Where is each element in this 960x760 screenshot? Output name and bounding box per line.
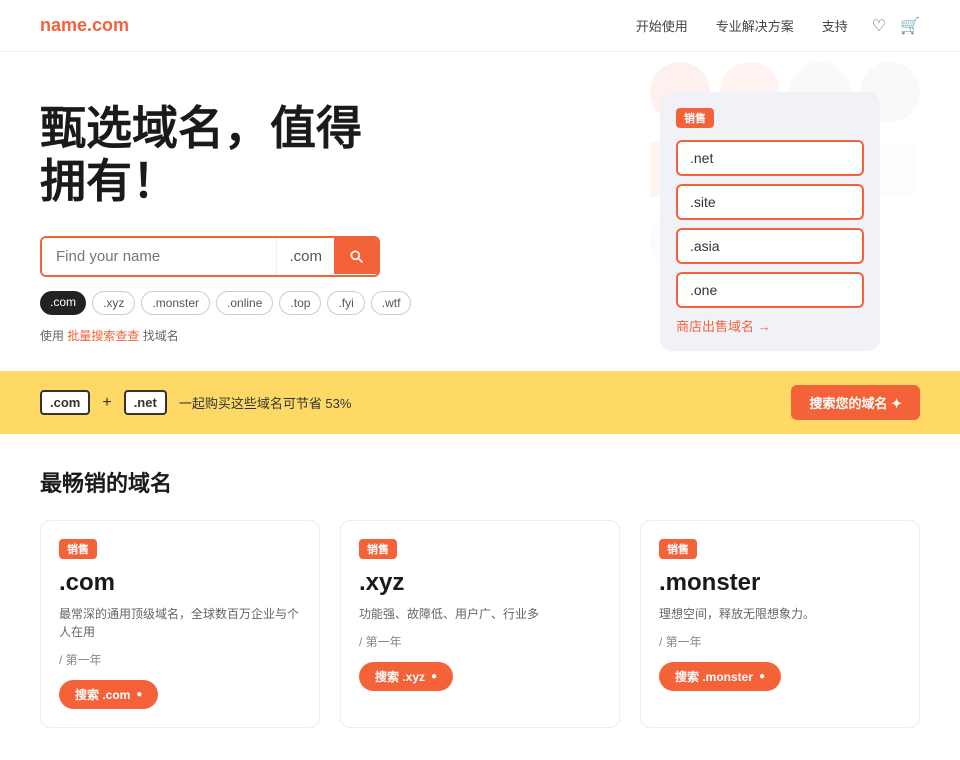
card-com: 销售 .com 最常深的通用顶级域名，全球数百万企业与个人在用 / 第一年 搜索…	[40, 520, 320, 728]
bestsellers-title: 最畅销的域名	[40, 466, 920, 498]
banner-tag-net: .net	[124, 390, 167, 415]
site-logo[interactable]: name.com	[40, 15, 129, 36]
card-monster-button[interactable]: 搜索 .monster ●	[659, 662, 781, 691]
card-monster-badge: 销售	[659, 539, 697, 559]
card-monster-btn-label: 搜索 .monster	[675, 668, 753, 685]
domain-panel: 销售 .net .site .asia .one 商店出售域名 →	[660, 92, 880, 351]
hero-section: 甄选域名，值得 拥有！ .com .com .xyz .monster .onl…	[0, 52, 960, 351]
card-xyz-tld: .xyz	[359, 569, 601, 597]
card-monster: 销售 .monster 理想空间，释放无限想象力。 / 第一年 搜索 .mons…	[640, 520, 920, 728]
search-input[interactable]	[42, 238, 276, 275]
card-xyz-btn-label: 搜索 .xyz	[375, 668, 425, 685]
card-monster-year: / 第一年	[659, 633, 901, 650]
hero-left: 甄选域名，值得 拥有！ .com .com .xyz .monster .onl…	[40, 92, 640, 351]
bestsellers-section: 最畅销的域名 销售 .com 最常深的通用顶级域名，全球数百万企业与个人在用 /…	[0, 434, 960, 760]
search-button[interactable]	[334, 238, 378, 274]
logo-text: name.com	[40, 15, 129, 35]
domain-item-site[interactable]: .site	[676, 184, 864, 220]
domain-item-one[interactable]: .one	[676, 272, 864, 308]
tag-monster[interactable]: .monster	[141, 291, 210, 315]
tag-online[interactable]: .online	[216, 291, 273, 315]
wishlist-icon[interactable]: ♡	[872, 16, 886, 36]
hero-title: 甄选域名，值得 拥有！	[40, 102, 640, 208]
tag-fyi[interactable]: .fyi	[327, 291, 364, 315]
domain-item-asia[interactable]: .asia	[676, 228, 864, 264]
card-monster-tld: .monster	[659, 569, 901, 597]
tag-wtf[interactable]: .wtf	[371, 291, 412, 315]
hero-right: 销售 .net .site .asia .one 商店出售域名 →	[640, 92, 920, 351]
nav-links: 开始使用 专业解决方案 支持	[636, 16, 848, 35]
banner-tag-com: .com	[40, 390, 90, 415]
tag-xyz[interactable]: .xyz	[92, 291, 135, 315]
tag-com[interactable]: .com	[40, 291, 86, 315]
nav-icon-group: ♡ 🛒	[872, 16, 920, 36]
banner-button[interactable]: 搜索您的域名 ✦	[791, 385, 920, 420]
search-tld: .com	[276, 238, 334, 275]
nav-pro[interactable]: 专业解决方案	[716, 16, 794, 35]
card-xyz-year: / 第一年	[359, 633, 601, 650]
cards-container: 销售 .com 最常深的通用顶级域名，全球数百万企业与个人在用 / 第一年 搜索…	[40, 520, 920, 728]
card-xyz-badge: 销售	[359, 539, 397, 559]
nav-start[interactable]: 开始使用	[636, 16, 688, 35]
card-com-desc: 最常深的通用顶级域名，全球数百万企业与个人在用	[59, 605, 301, 641]
navbar: name.com 开始使用 专业解决方案 支持 ♡ 🛒	[0, 0, 960, 52]
card-monster-desc: 理想空间，释放无限想象力。	[659, 605, 901, 623]
bulk-search-text: 使用 批量搜索查查 找域名	[40, 327, 640, 344]
domain-panel-badge: 销售	[676, 108, 714, 128]
card-com-btn-dot: ●	[136, 689, 142, 700]
domain-item-net[interactable]: .net	[676, 140, 864, 176]
card-com-badge: 销售	[59, 539, 97, 559]
search-bar: .com	[40, 236, 380, 277]
card-com-tld: .com	[59, 569, 301, 597]
card-com-button[interactable]: 搜索 .com ●	[59, 680, 158, 709]
card-com-btn-label: 搜索 .com	[75, 686, 130, 703]
cart-icon[interactable]: 🛒	[900, 16, 920, 36]
banner-text: 一起购买这些域名可节省 53%	[179, 393, 780, 412]
card-xyz-btn-dot: ●	[431, 671, 437, 682]
card-xyz-desc: 功能强、故障低、用户广、行业多	[359, 605, 601, 623]
bulk-search-link[interactable]: 批量搜索查查	[67, 329, 139, 343]
card-xyz-button[interactable]: 搜索 .xyz ●	[359, 662, 453, 691]
card-xyz: 销售 .xyz 功能强、故障低、用户广、行业多 / 第一年 搜索 .xyz ●	[340, 520, 620, 728]
card-com-year: / 第一年	[59, 651, 301, 668]
promo-banner: .com + .net 一起购买这些域名可节省 53% 搜索您的域名 ✦	[0, 371, 960, 434]
tld-tag-row: .com .xyz .monster .online .top .fyi .wt…	[40, 291, 640, 315]
banner-plus: +	[102, 394, 111, 412]
store-link[interactable]: 商店出售域名 →	[676, 316, 864, 335]
tag-top[interactable]: .top	[279, 291, 321, 315]
card-monster-btn-dot: ●	[759, 671, 765, 682]
nav-support[interactable]: 支持	[822, 16, 848, 35]
